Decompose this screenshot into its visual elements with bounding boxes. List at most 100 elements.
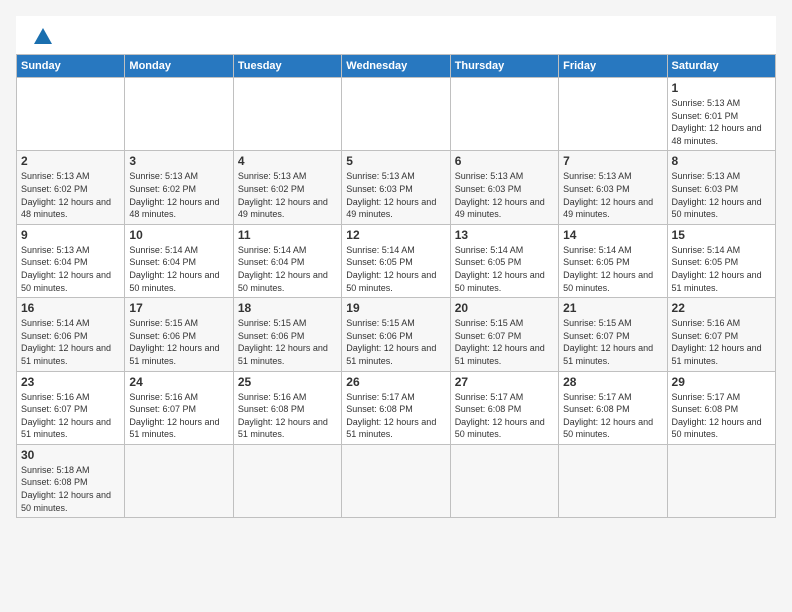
day-info: Sunrise: 5:17 AM Sunset: 6:08 PM Dayligh… bbox=[455, 391, 554, 441]
day-number: 17 bbox=[129, 301, 228, 315]
calendar-cell: 10 Sunrise: 5:14 AM Sunset: 6:04 PM Dayli… bbox=[125, 224, 233, 297]
day-number: 19 bbox=[346, 301, 445, 315]
day-info: Sunrise: 5:15 AM Sunset: 6:06 PM Dayligh… bbox=[346, 317, 445, 367]
weekday-header-wednesday: Wednesday bbox=[342, 55, 450, 78]
day-number: 3 bbox=[129, 154, 228, 168]
calendar-cell: 14 Sunrise: 5:14 AM Sunset: 6:05 PM Dayli… bbox=[559, 224, 667, 297]
calendar-body: 1Sunrise: 5:13 AM Sunset: 6:01 PM Daylig… bbox=[17, 78, 776, 518]
calendar-cell: 19 Sunrise: 5:15 AM Sunset: 6:06 PM Dayli… bbox=[342, 298, 450, 371]
calendar-week-2: 2 Sunrise: 5:13 AM Sunset: 6:02 PM Daylig… bbox=[17, 151, 776, 224]
day-number: 8 bbox=[672, 154, 771, 168]
calendar-cell: 9Sunrise: 5:13 AM Sunset: 6:04 PM Daylig… bbox=[17, 224, 125, 297]
calendar-cell: 4 Sunrise: 5:13 AM Sunset: 6:02 PM Daylig… bbox=[233, 151, 341, 224]
day-info: Sunrise: 5:14 AM Sunset: 6:06 PM Dayligh… bbox=[21, 317, 120, 367]
weekday-header-thursday: Thursday bbox=[450, 55, 558, 78]
calendar-week-6: 30Sunrise: 5:18 AM Sunset: 6:08 PM Dayli… bbox=[17, 444, 776, 517]
day-number: 22 bbox=[672, 301, 771, 315]
calendar-cell: 17Sunrise: 5:15 AM Sunset: 6:06 PM Dayli… bbox=[125, 298, 233, 371]
day-info: Sunrise: 5:14 AM Sunset: 6:05 PM Dayligh… bbox=[346, 244, 445, 294]
calendar-cell: 7Sunrise: 5:13 AM Sunset: 6:03 PM Daylig… bbox=[559, 151, 667, 224]
day-number: 20 bbox=[455, 301, 554, 315]
logo-triangle-icon bbox=[34, 28, 52, 44]
day-number: 4 bbox=[238, 154, 337, 168]
calendar-cell bbox=[233, 78, 341, 151]
calendar-cell bbox=[667, 444, 775, 517]
calendar-cell: 6 Sunrise: 5:13 AM Sunset: 6:03 PM Daylig… bbox=[450, 151, 558, 224]
day-info: Sunrise: 5:14 AM Sunset: 6:05 PM Dayligh… bbox=[672, 244, 771, 294]
day-number: 21 bbox=[563, 301, 662, 315]
calendar-cell: 26Sunrise: 5:17 AM Sunset: 6:08 PM Dayli… bbox=[342, 371, 450, 444]
calendar-cell: 28 Sunrise: 5:17 AM Sunset: 6:08 PM Dayli… bbox=[559, 371, 667, 444]
day-info: Sunrise: 5:14 AM Sunset: 6:05 PM Dayligh… bbox=[563, 244, 662, 294]
day-number: 12 bbox=[346, 228, 445, 242]
day-info: Sunrise: 5:13 AM Sunset: 6:02 PM Dayligh… bbox=[238, 170, 337, 220]
calendar-cell: 22 Sunrise: 5:16 AM Sunset: 6:07 PM Dayli… bbox=[667, 298, 775, 371]
calendar-cell: 18 Sunrise: 5:15 AM Sunset: 6:06 PM Dayli… bbox=[233, 298, 341, 371]
calendar-week-5: 23Sunrise: 5:16 AM Sunset: 6:07 PM Dayli… bbox=[17, 371, 776, 444]
calendar-cell bbox=[125, 78, 233, 151]
day-number: 28 bbox=[563, 375, 662, 389]
calendar-table: SundayMondayTuesdayWednesdayThursdayFrid… bbox=[16, 54, 776, 518]
day-info: Sunrise: 5:15 AM Sunset: 6:07 PM Dayligh… bbox=[455, 317, 554, 367]
day-number: 10 bbox=[129, 228, 228, 242]
weekday-header-saturday: Saturday bbox=[667, 55, 775, 78]
day-info: Sunrise: 5:13 AM Sunset: 6:03 PM Dayligh… bbox=[672, 170, 771, 220]
day-info: Sunrise: 5:15 AM Sunset: 6:06 PM Dayligh… bbox=[238, 317, 337, 367]
calendar-cell: 15 Sunrise: 5:14 AM Sunset: 6:05 PM Dayli… bbox=[667, 224, 775, 297]
day-info: Sunrise: 5:13 AM Sunset: 6:01 PM Dayligh… bbox=[672, 97, 771, 147]
day-info: Sunrise: 5:17 AM Sunset: 6:08 PM Dayligh… bbox=[672, 391, 771, 441]
calendar-cell: 16Sunrise: 5:14 AM Sunset: 6:06 PM Dayli… bbox=[17, 298, 125, 371]
weekday-header-tuesday: Tuesday bbox=[233, 55, 341, 78]
calendar-week-1: 1Sunrise: 5:13 AM Sunset: 6:01 PM Daylig… bbox=[17, 78, 776, 151]
logo bbox=[32, 28, 52, 46]
calendar-week-4: 16Sunrise: 5:14 AM Sunset: 6:06 PM Dayli… bbox=[17, 298, 776, 371]
day-number: 27 bbox=[455, 375, 554, 389]
day-number: 13 bbox=[455, 228, 554, 242]
day-number: 23 bbox=[21, 375, 120, 389]
calendar-cell: 11 Sunrise: 5:14 AM Sunset: 6:04 PM Dayli… bbox=[233, 224, 341, 297]
day-number: 24 bbox=[129, 375, 228, 389]
day-number: 30 bbox=[21, 448, 120, 462]
calendar-cell: 27 Sunrise: 5:17 AM Sunset: 6:08 PM Dayli… bbox=[450, 371, 558, 444]
day-number: 15 bbox=[672, 228, 771, 242]
calendar-cell bbox=[342, 444, 450, 517]
day-info: Sunrise: 5:14 AM Sunset: 6:04 PM Dayligh… bbox=[129, 244, 228, 294]
day-number: 6 bbox=[455, 154, 554, 168]
weekday-header-monday: Monday bbox=[125, 55, 233, 78]
weekday-header-friday: Friday bbox=[559, 55, 667, 78]
calendar-cell: 12 Sunrise: 5:14 AM Sunset: 6:05 PM Dayli… bbox=[342, 224, 450, 297]
day-info: Sunrise: 5:17 AM Sunset: 6:08 PM Dayligh… bbox=[563, 391, 662, 441]
weekday-header-row: SundayMondayTuesdayWednesdayThursdayFrid… bbox=[17, 55, 776, 78]
calendar-cell: 23Sunrise: 5:16 AM Sunset: 6:07 PM Dayli… bbox=[17, 371, 125, 444]
day-number: 18 bbox=[238, 301, 337, 315]
day-number: 2 bbox=[21, 154, 120, 168]
day-number: 14 bbox=[563, 228, 662, 242]
calendar-cell: 13 Sunrise: 5:14 AM Sunset: 6:05 PM Dayli… bbox=[450, 224, 558, 297]
calendar-cell: 25 Sunrise: 5:16 AM Sunset: 6:08 PM Dayli… bbox=[233, 371, 341, 444]
calendar-cell bbox=[342, 78, 450, 151]
calendar-cell bbox=[450, 78, 558, 151]
calendar-cell: 21 Sunrise: 5:15 AM Sunset: 6:07 PM Dayli… bbox=[559, 298, 667, 371]
day-info: Sunrise: 5:13 AM Sunset: 6:03 PM Dayligh… bbox=[563, 170, 662, 220]
day-number: 25 bbox=[238, 375, 337, 389]
day-info: Sunrise: 5:14 AM Sunset: 6:05 PM Dayligh… bbox=[455, 244, 554, 294]
calendar-cell: 24Sunrise: 5:16 AM Sunset: 6:07 PM Dayli… bbox=[125, 371, 233, 444]
calendar-week-3: 9Sunrise: 5:13 AM Sunset: 6:04 PM Daylig… bbox=[17, 224, 776, 297]
day-info: Sunrise: 5:13 AM Sunset: 6:02 PM Dayligh… bbox=[21, 170, 120, 220]
calendar-cell bbox=[233, 444, 341, 517]
day-info: Sunrise: 5:13 AM Sunset: 6:03 PM Dayligh… bbox=[455, 170, 554, 220]
day-info: Sunrise: 5:14 AM Sunset: 6:04 PM Dayligh… bbox=[238, 244, 337, 294]
calendar-cell bbox=[450, 444, 558, 517]
calendar-cell: 2 Sunrise: 5:13 AM Sunset: 6:02 PM Daylig… bbox=[17, 151, 125, 224]
calendar-cell bbox=[125, 444, 233, 517]
day-info: Sunrise: 5:16 AM Sunset: 6:08 PM Dayligh… bbox=[238, 391, 337, 441]
calendar-cell: 20 Sunrise: 5:15 AM Sunset: 6:07 PM Dayli… bbox=[450, 298, 558, 371]
day-info: Sunrise: 5:13 AM Sunset: 6:04 PM Dayligh… bbox=[21, 244, 120, 294]
day-number: 11 bbox=[238, 228, 337, 242]
calendar-cell: 1Sunrise: 5:13 AM Sunset: 6:01 PM Daylig… bbox=[667, 78, 775, 151]
calendar-header: SundayMondayTuesdayWednesdayThursdayFrid… bbox=[17, 55, 776, 78]
logo-text bbox=[32, 28, 52, 46]
day-info: Sunrise: 5:13 AM Sunset: 6:03 PM Dayligh… bbox=[346, 170, 445, 220]
day-info: Sunrise: 5:15 AM Sunset: 6:07 PM Dayligh… bbox=[563, 317, 662, 367]
day-info: Sunrise: 5:16 AM Sunset: 6:07 PM Dayligh… bbox=[672, 317, 771, 367]
